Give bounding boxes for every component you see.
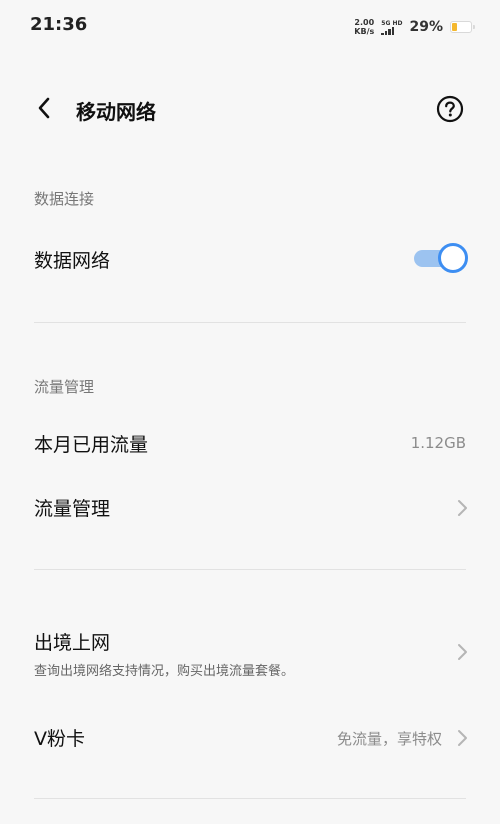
status-time: 21:36 [30, 14, 88, 35]
page-header: 移动网络 [0, 82, 500, 138]
monthly-usage-value: 1.12GB [410, 434, 466, 452]
section-data-connection: 数据连接 [34, 190, 95, 208]
page-title: 移动网络 [76, 100, 156, 124]
section-traffic-management: 流量管理 [34, 378, 95, 396]
chevron-right-icon [458, 500, 467, 516]
battery-fill [452, 23, 457, 31]
roaming-row[interactable]: 出境上网 查询出境网络支持情况，购买出境流量套餐。 [0, 620, 500, 684]
divider [34, 798, 466, 799]
vcard-value: 免流量，享特权 [336, 730, 442, 748]
signal-bars-icon [381, 26, 395, 35]
network-speed: 2.00 KB/s [354, 18, 374, 36]
question-circle-icon [436, 95, 464, 123]
vcard-label: V粉卡 [34, 728, 85, 750]
status-indicators: 2.00 KB/s 5G HD 29% [354, 16, 475, 38]
battery-icon [450, 21, 475, 33]
traffic-management-row[interactable]: 流量管理 [0, 484, 500, 532]
battery-percent: 29% [409, 19, 443, 35]
toggle-knob [438, 243, 468, 273]
divider [34, 322, 466, 323]
vcard-row[interactable]: V粉卡 免流量，享特权 [0, 714, 500, 762]
signal-indicator: 5G HD [381, 20, 402, 35]
traffic-management-label: 流量管理 [34, 498, 111, 520]
chevron-right-icon [458, 644, 467, 660]
help-button[interactable] [436, 95, 464, 123]
monthly-usage-label: 本月已用流量 [34, 434, 149, 456]
monthly-usage-row[interactable]: 本月已用流量 1.12GB [0, 420, 500, 468]
mobile-data-row[interactable]: 数据网络 [0, 236, 500, 284]
status-bar: 21:36 2.00 KB/s 5G HD 29% [0, 0, 500, 52]
network-type: 5G HD [381, 19, 403, 27]
roaming-label: 出境上网 [34, 632, 111, 654]
network-speed-value: 2.00 [354, 18, 375, 27]
network-speed-unit: KB/s [354, 27, 375, 36]
roaming-description: 查询出境网络支持情况，购买出境流量套餐。 [34, 664, 295, 679]
mobile-data-label: 数据网络 [34, 250, 111, 272]
mobile-data-toggle[interactable] [414, 243, 468, 273]
divider [34, 569, 466, 570]
back-button[interactable] [30, 94, 58, 122]
chevron-left-icon [38, 97, 50, 119]
chevron-right-icon [458, 730, 467, 746]
